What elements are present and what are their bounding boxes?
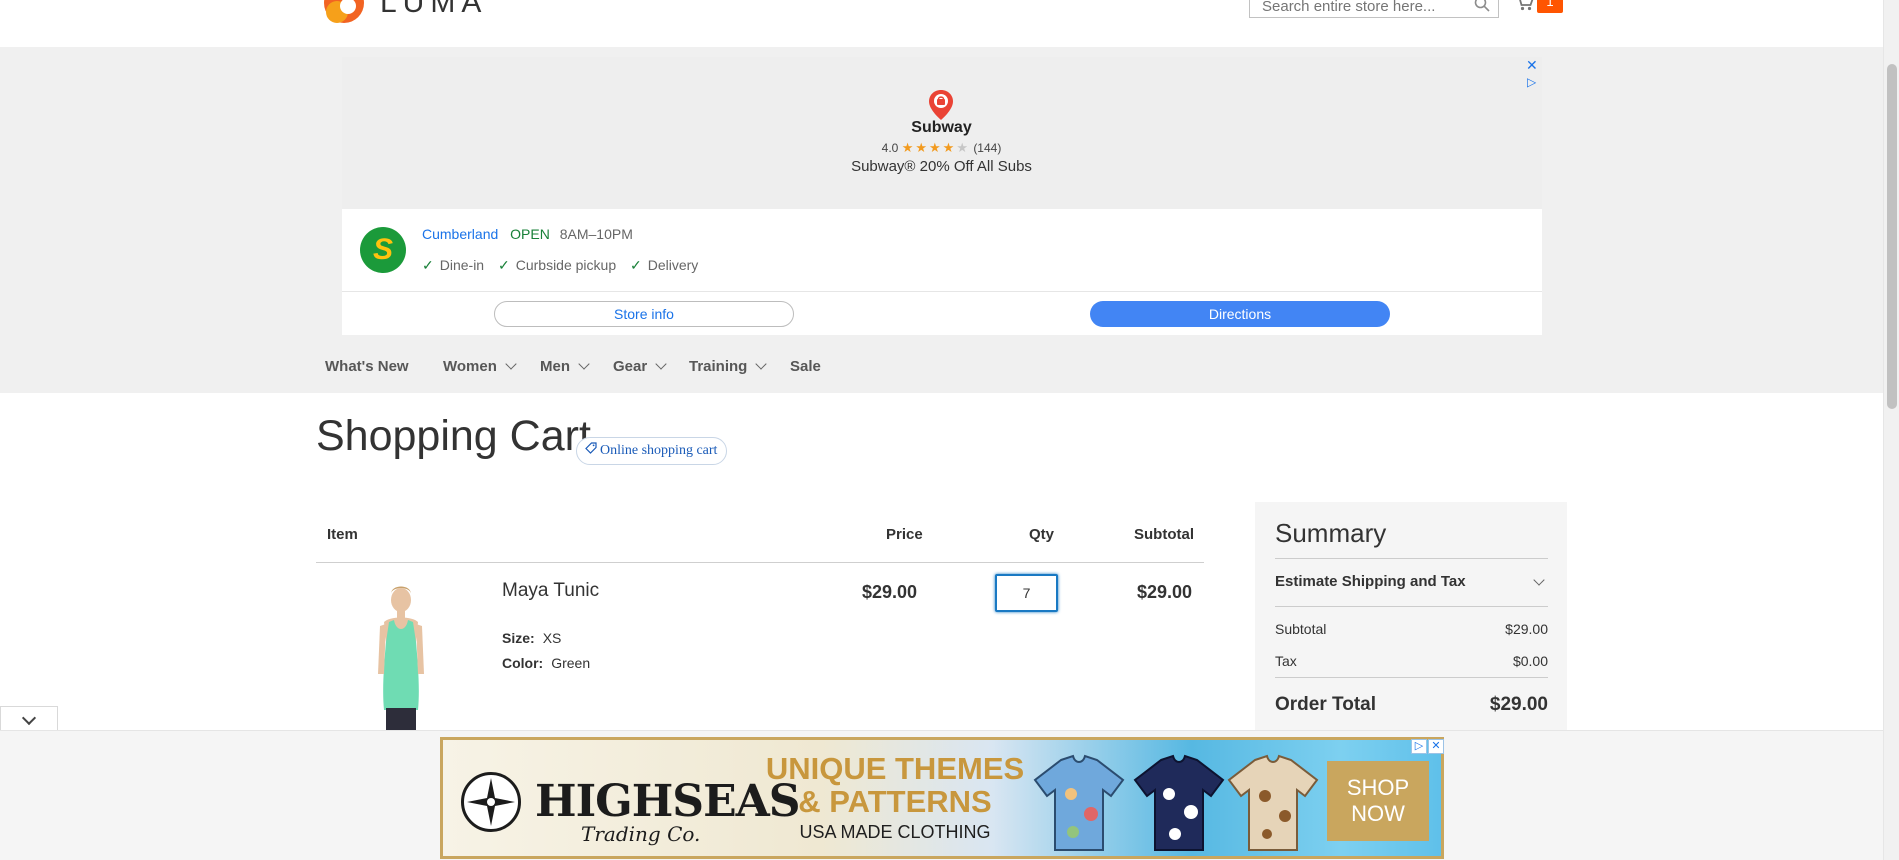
store-status: OPEN xyxy=(510,226,550,242)
summary-divider xyxy=(1275,558,1548,559)
store-line: Cumberland OPEN 8AM–10PM xyxy=(422,226,633,242)
column-item: Item xyxy=(327,526,358,543)
ad-rating: 4.0 ★★★★★ (144) xyxy=(0,140,1883,156)
compass-icon xyxy=(461,772,521,832)
cart-count-badge[interactable]: 1 xyxy=(1537,0,1563,13)
summary-tax: Tax $0.00 xyxy=(1275,653,1548,669)
check-icon: ✓ xyxy=(630,257,642,273)
nav-item-gear[interactable]: Gear xyxy=(613,358,667,375)
summary-order-total: Order Total $29.00 xyxy=(1275,694,1548,715)
column-subtotal: Subtotal xyxy=(1134,526,1194,543)
ad-close-icon[interactable]: ✕ xyxy=(1526,57,1538,74)
store-city[interactable]: Cumberland xyxy=(422,226,498,242)
luma-logo-icon[interactable] xyxy=(322,0,366,24)
shop-now-button[interactable]: SHOP NOW xyxy=(1327,761,1429,841)
product-option-size: Size: XS xyxy=(502,630,562,646)
store-card: S Cumberland OPEN 8AM–10PM ✓ Dine-in ✓ Cur… xyxy=(342,209,1542,335)
page-title: Shopping Cart xyxy=(316,412,591,460)
store-features: ✓ Dine-in ✓ Curbside pickup ✓ Delivery xyxy=(422,257,708,274)
ad-close-icon[interactable]: ✕ xyxy=(1428,739,1444,754)
product-image-maya-tunic[interactable] xyxy=(360,582,442,732)
feature-curbside: Curbside pickup xyxy=(515,257,617,273)
bottom-ad-banner[interactable]: HIGHSEAS Trading Co. UNIQUE THEMES & PAT… xyxy=(440,737,1444,859)
feature-dine-in: Dine-in xyxy=(439,257,485,273)
highseas-logo: HIGHSEAS Trading Co. xyxy=(461,768,801,846)
top-ad-zone: ✕ ▷ Subway 4.0 ★★★★★ (144) Subway® 20% O… xyxy=(0,47,1883,393)
directions-button[interactable]: Directions xyxy=(1090,301,1390,327)
search-box xyxy=(1249,0,1499,18)
chevron-down-icon xyxy=(755,358,768,370)
estimate-shipping-toggle[interactable]: Estimate Shipping and Tax xyxy=(1275,573,1466,590)
order-summary: Summary Estimate Shipping and Tax Subtot… xyxy=(1255,502,1567,732)
nav-item-women[interactable]: Women xyxy=(443,358,517,375)
item-subtotal: $29.00 xyxy=(1137,582,1193,602)
cart-icon[interactable] xyxy=(1515,0,1535,12)
subway-logo-icon[interactable]: S xyxy=(360,227,406,273)
online-shopping-cart-chip[interactable]: Online shopping cart xyxy=(576,437,728,465)
header: LUMA 1 xyxy=(0,0,1883,47)
store-info-button[interactable]: Store info xyxy=(494,301,794,327)
ad-offer-text[interactable]: Subway® 20% Off All Subs xyxy=(0,158,1883,175)
search-icon[interactable] xyxy=(1474,0,1490,12)
nav-item-sale[interactable]: Sale xyxy=(790,358,821,375)
summary-subtotal: Subtotal $29.00 xyxy=(1275,621,1548,637)
main-nav: What's New Women Men Gear Training Sale xyxy=(0,347,1883,393)
highseas-sub: Trading Co. xyxy=(581,822,701,846)
ad-subline: USA MADE CLOTHING xyxy=(799,822,991,842)
nav-item-whats-new[interactable]: What's New xyxy=(325,358,409,375)
column-price: Price xyxy=(886,526,923,543)
summary-divider xyxy=(1275,606,1548,607)
shirt-image-icon xyxy=(1033,754,1125,851)
shirt-image-icon xyxy=(1227,754,1319,851)
store-divider xyxy=(342,291,1542,292)
store-hours: 8AM–10PM xyxy=(559,226,633,242)
ad-flags: ▷ ✕ xyxy=(1410,736,1444,754)
table-divider xyxy=(316,562,1204,563)
nav-item-training[interactable]: Training xyxy=(689,358,768,375)
shirt-image-icon xyxy=(1133,754,1225,851)
ad-choices-icon[interactable]: ▷ xyxy=(1411,739,1427,754)
scrollbar-thumb[interactable] xyxy=(1887,64,1897,409)
tag-icon xyxy=(585,442,597,454)
search-input[interactable] xyxy=(1260,0,1475,16)
ad-headline: UNIQUE THEMES & PATTERNS xyxy=(765,751,1025,819)
summary-divider xyxy=(1275,677,1548,678)
page-scrollbar[interactable] xyxy=(1883,0,1899,860)
chevron-down-icon[interactable] xyxy=(21,710,37,726)
chevron-down-icon xyxy=(505,358,517,370)
item-price: $29.00 xyxy=(862,582,918,602)
map-pin-icon xyxy=(929,90,953,120)
review-count: (144) xyxy=(973,141,1002,155)
check-icon: ✓ xyxy=(497,257,510,273)
check-icon: ✓ xyxy=(422,257,434,273)
brand-name[interactable]: LUMA xyxy=(380,0,487,20)
ad-choices-icon[interactable]: ▷ xyxy=(1527,75,1536,89)
column-qty: Qty xyxy=(1029,526,1055,543)
chevron-down-icon xyxy=(578,358,590,370)
product-name[interactable]: Maya Tunic xyxy=(502,580,599,602)
rating-value: 4.0 xyxy=(881,141,899,155)
product-option-color: Color: Green xyxy=(502,655,591,671)
summary-title: Summary xyxy=(1275,518,1387,548)
ad-collapse-tab[interactable] xyxy=(0,706,58,732)
chevron-down-icon xyxy=(655,358,667,370)
star-rating-icon: ★★★★★ xyxy=(901,140,970,155)
ad-business-name[interactable]: Subway xyxy=(0,119,1883,137)
nav-item-men[interactable]: Men xyxy=(540,358,590,375)
qty-input[interactable]: 7 xyxy=(995,574,1058,612)
chevron-down-icon[interactable] xyxy=(1533,574,1545,586)
feature-delivery: Delivery xyxy=(647,257,699,273)
